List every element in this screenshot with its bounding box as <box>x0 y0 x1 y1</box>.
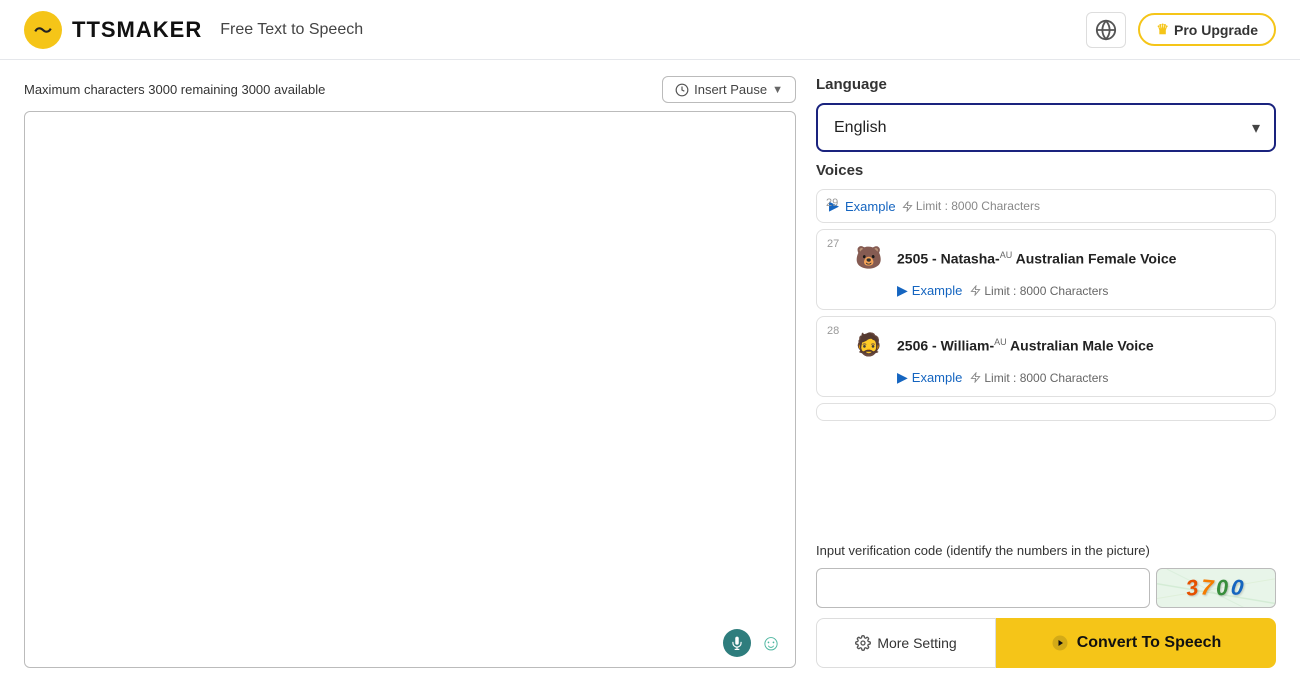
partial-example-link: ▶ Example Limit : 8000 Characters <box>829 198 1263 214</box>
char-info: Maximum characters 3000 remaining 3000 a… <box>24 82 325 97</box>
insert-pause-button[interactable]: Insert Pause ▼ <box>662 76 796 103</box>
insert-pause-label: Insert Pause <box>694 82 767 97</box>
play-icon-28: ▶ <box>897 369 908 386</box>
translate-button[interactable] <box>1086 12 1126 48</box>
voice-card-partial-top: ▶ Example Limit : 8000 Characters <box>816 189 1276 223</box>
verification-input[interactable] <box>816 568 1150 608</box>
partial-limit: Limit : 8000 Characters <box>902 199 1040 213</box>
example-link-27[interactable]: ▶ Example <box>897 282 962 299</box>
header-left: 〜 TTSMAKER Free Text to Speech <box>24 11 363 49</box>
logo-text: TTSMAKER <box>72 17 202 43</box>
convert-button[interactable]: Convert To Speech <box>996 618 1276 668</box>
text-input-wrapper: ☺ <box>24 111 796 668</box>
voice-card-28: 28 🧔 2506 - William-AU Australian Male V… <box>816 316 1276 397</box>
microphone-icon <box>730 636 744 650</box>
chevron-down-icon: ▼ <box>772 84 783 96</box>
convert-label: Convert To Speech <box>1077 634 1222 652</box>
bottom-buttons: More Setting Convert To Speech <box>816 618 1276 668</box>
header: 〜 TTSMAKER Free Text to Speech ♛ Pro Upg… <box>0 0 1300 60</box>
more-setting-label: More Setting <box>877 635 956 651</box>
voice-card-partial-bottom: 29 <box>816 403 1276 421</box>
voice-card-27: 27 🐻 2505 - Natasha-AU Australian Female… <box>816 229 1276 310</box>
textarea-icons: ☺ <box>723 629 785 657</box>
verification-row: 3700 <box>816 568 1276 608</box>
right-panel: Language English Chinese French German S… <box>816 76 1276 668</box>
mic-icon[interactable] <box>723 629 751 657</box>
clock-icon <box>675 83 689 97</box>
voice-avatar-27: 🐻 <box>851 240 887 276</box>
lightning-icon-27 <box>970 285 981 296</box>
voices-list: ▶ Example Limit : 8000 Characters 27 🐻 2… <box>816 189 1276 533</box>
voice-number-27: 27 <box>827 238 839 250</box>
pro-upgrade-label: Pro Upgrade <box>1174 22 1258 38</box>
limit-badge-28: Limit : 8000 Characters <box>970 371 1108 385</box>
voice-name-28: 2506 - William-AU Australian Male Voice <box>897 337 1154 354</box>
voice-info-28: 🧔 2506 - William-AU Australian Male Voic… <box>851 327 1261 363</box>
settings-icon <box>855 635 871 651</box>
language-label: Language <box>816 76 1276 93</box>
play-icon-27: ▶ <box>897 282 908 299</box>
voice-actions-28: ▶ Example Limit : 8000 Characters <box>897 369 1261 386</box>
emoji-icon[interactable]: ☺ <box>757 629 785 657</box>
voice-name-27: 2505 - Natasha-AU Australian Female Voic… <box>897 250 1176 267</box>
voice-actions-27: ▶ Example Limit : 8000 Characters <box>897 282 1261 299</box>
play-icon-convert <box>1051 634 1069 652</box>
lightning-icon-28 <box>970 372 981 383</box>
voice-info-27: 🐻 2505 - Natasha-AU Australian Female Vo… <box>851 240 1261 276</box>
text-input[interactable] <box>25 112 795 667</box>
header-right: ♛ Pro Upgrade <box>1086 12 1276 48</box>
language-select[interactable]: English Chinese French German Spanish Ja… <box>818 105 1274 150</box>
top-bar: Maximum characters 3000 remaining 3000 a… <box>24 76 796 103</box>
more-setting-button[interactable]: More Setting <box>816 618 996 668</box>
main-content: Maximum characters 3000 remaining 3000 a… <box>0 60 1300 684</box>
lightning-icon-partial <box>902 201 913 212</box>
example-link-28[interactable]: ▶ Example <box>897 369 962 386</box>
crown-icon: ♛ <box>1156 21 1169 38</box>
partial-example-label[interactable]: Example <box>845 199 896 214</box>
pro-upgrade-button[interactable]: ♛ Pro Upgrade <box>1138 13 1276 46</box>
voices-label: Voices <box>816 162 1276 179</box>
limit-badge-27: Limit : 8000 Characters <box>970 284 1108 298</box>
verification-label: Input verification code (identify the nu… <box>816 543 1276 558</box>
captcha-text: 3700 <box>1186 575 1247 601</box>
voice-avatar-28: 🧔 <box>851 327 887 363</box>
left-panel: Maximum characters 3000 remaining 3000 a… <box>24 76 796 668</box>
voice-number-28: 28 <box>827 325 839 337</box>
language-select-wrapper: English Chinese French German Spanish Ja… <box>816 103 1276 152</box>
header-subtitle: Free Text to Speech <box>220 21 363 39</box>
logo-icon: 〜 <box>24 11 62 49</box>
captcha-image: 3700 <box>1156 568 1276 608</box>
